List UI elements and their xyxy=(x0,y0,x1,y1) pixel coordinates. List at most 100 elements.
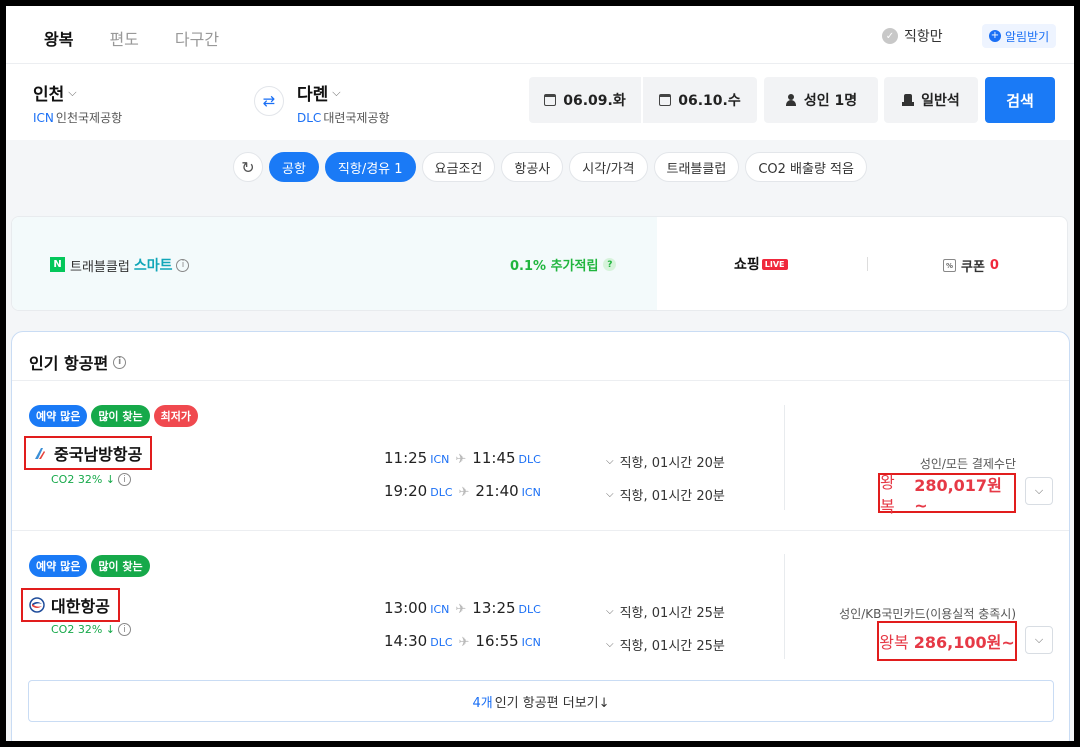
filter-fare-conditions[interactable]: 요금조건 xyxy=(421,152,496,182)
expand-chevron-icon[interactable]: ⌵ xyxy=(1025,477,1053,505)
cabin-field[interactable]: 일반석 xyxy=(884,77,978,123)
coupon-count: 0 xyxy=(989,258,999,273)
filter-airport[interactable]: 공항 xyxy=(269,152,319,182)
price-amount: 280,017원~ xyxy=(914,475,1002,515)
price-box[interactable]: 왕복 280,017원~ xyxy=(878,473,1016,516)
filter-time-price[interactable]: 시각/가격 xyxy=(569,152,648,182)
coupon-label: 쿠폰 xyxy=(961,260,985,275)
expand-chevron-icon[interactable]: ⌵ xyxy=(1025,626,1053,654)
tag-most-booked: 예약 많은 xyxy=(29,405,88,427)
payment-condition: 성인/KB국민카드(이용실적 충족시) xyxy=(839,607,1016,621)
section-title-text: 인기 항공편 xyxy=(29,354,109,373)
point-text: 0.1% 추가적립 xyxy=(510,259,599,274)
china-southern-logo-icon xyxy=(35,448,45,459)
flight-leg: 14:30 DLC ✈ 16:55 ICN xyxy=(384,632,541,650)
seat-icon xyxy=(902,94,915,106)
check-icon: ✓ xyxy=(882,28,898,44)
origin-selector[interactable]: 인천 ⌵ ICN 인천국제공항 xyxy=(33,80,122,126)
filter-airline[interactable]: 항공사 xyxy=(501,152,564,182)
divider xyxy=(12,530,1069,531)
plus-icon: + xyxy=(989,30,1001,42)
coupon-link[interactable]: % 쿠폰 0 xyxy=(943,256,999,275)
popular-flights-section: 인기 항공편 i 예약 많은 많이 찾는 최저가 중국남방항공 CO2 32% … xyxy=(11,331,1070,741)
alert-button[interactable]: + 알림받기 xyxy=(982,24,1057,48)
person-icon xyxy=(785,94,797,106)
divider xyxy=(12,380,1069,381)
destination-airport: 대련국제공항 xyxy=(323,111,390,125)
destination-code: DLC xyxy=(297,111,322,125)
origin-city: 인천 xyxy=(33,85,65,105)
travel-club-panel[interactable]: N 트래블클럽 스마트 i 0.1% 추가적립 ? xyxy=(12,217,657,310)
tag-lowest-price: 최저가 xyxy=(153,405,198,427)
korean-air-logo-icon xyxy=(29,597,45,613)
dep-airport: DLC xyxy=(430,486,453,499)
live-badge: LIVE xyxy=(761,258,788,270)
app-frame: 왕복 편도 다구간 ✓ 직항만 + 알림받기 인천 ⌵ ICN 인천국제공항 ⇄ 다… xyxy=(6,6,1074,741)
tag-most-searched: 많이 찾는 xyxy=(91,405,150,427)
chevron-down-icon: ⌵ xyxy=(606,489,614,500)
filter-bar: ↻ 공항 직항/경유 1 요금조건 항공사 시각/가격 트래블클럽 CO2 배출… xyxy=(233,152,867,182)
divider xyxy=(784,554,785,659)
price-box[interactable]: 왕복 286,100원~ xyxy=(877,621,1017,661)
arr-airport: ICN xyxy=(521,636,541,649)
info-icon[interactable]: i xyxy=(118,473,131,486)
shopping-live-link[interactable]: 쇼핑 LIVE xyxy=(734,254,788,274)
show-more-button[interactable]: 4개 인기 항공편 더보기↓ xyxy=(28,680,1054,722)
depart-date: 06.09.화 xyxy=(563,93,626,109)
passenger-count: 성인 1명 xyxy=(803,93,858,109)
search-button[interactable]: 검색 xyxy=(985,77,1055,123)
airline-name: 대한항공 xyxy=(21,588,120,622)
info-icon[interactable]: i xyxy=(176,258,190,272)
dep-airport: ICN xyxy=(430,603,450,616)
passenger-field[interactable]: 성인 1명 xyxy=(764,77,878,123)
alert-label: 알림받기 xyxy=(1005,29,1050,44)
refresh-icon[interactable]: ↻ xyxy=(233,152,263,182)
show-more-text: 인기 항공편 더보기↓ xyxy=(494,695,610,711)
leg-info-toggle[interactable]: ⌵ 직항, 01시간 25분 xyxy=(606,602,725,621)
filter-co2[interactable]: CO2 배출량 적음 xyxy=(745,152,867,182)
price-prefix: 왕복 xyxy=(879,633,909,652)
co2-badge: CO2 32% ↓ i xyxy=(51,473,131,486)
divider xyxy=(784,405,785,510)
flight-leg: 11:25 ICN ✈ 11:45 DLC xyxy=(384,449,541,467)
return-date-field[interactable]: 06.10.수 xyxy=(643,77,757,123)
tab-round-trip[interactable]: 왕복 xyxy=(26,20,91,56)
destination-selector[interactable]: 다롄 ⌵ DLC 대련국제공항 xyxy=(297,80,390,126)
show-more-count: 4개 xyxy=(472,695,493,711)
chevron-down-icon: ⌵ xyxy=(332,85,341,99)
tab-multi-city[interactable]: 다구간 xyxy=(157,20,237,56)
leg-info-toggle[interactable]: ⌵ 직항, 01시간 20분 xyxy=(606,485,725,504)
arr-airport: DLC xyxy=(518,453,541,466)
filter-travel-club[interactable]: 트래블클럽 xyxy=(653,152,740,182)
leg-info: 직항, 01시간 25분 xyxy=(619,639,725,654)
airline-name: 중국남방항공 xyxy=(24,436,153,470)
leg-info-toggle[interactable]: ⌵ 직항, 01시간 25분 xyxy=(606,635,725,654)
info-icon[interactable]: i xyxy=(113,355,127,369)
direct-only-toggle[interactable]: ✓ 직항만 xyxy=(882,26,943,46)
dep-airport: ICN xyxy=(430,453,450,466)
arr-airport: DLC xyxy=(518,603,541,616)
swap-icon[interactable]: ⇄ xyxy=(254,86,284,116)
plane-icon: ✈ xyxy=(455,602,467,617)
cabin-class: 일반석 xyxy=(921,93,960,109)
tab-one-way[interactable]: 편도 xyxy=(91,20,156,56)
arr-time: 16:55 xyxy=(475,632,519,650)
arr-time: 21:40 xyxy=(475,482,519,500)
direct-only-label: 직항만 xyxy=(904,29,943,45)
plane-icon: ✈ xyxy=(458,635,470,650)
promo-banner: N 트래블클럽 스마트 i 0.1% 추가적립 ? 쇼핑 LIVE % 쿠폰 0 xyxy=(11,216,1068,311)
depart-date-field[interactable]: 06.09.화 xyxy=(529,77,641,123)
coupon-icon: % xyxy=(943,259,956,272)
leg-info-toggle[interactable]: ⌵ 직항, 01시간 20분 xyxy=(606,452,725,471)
destination-city: 다롄 xyxy=(297,85,329,105)
info-icon[interactable]: i xyxy=(118,623,131,636)
flight-leg: 19:20 DLC ✈ 21:40 ICN xyxy=(384,482,541,500)
help-icon[interactable]: ? xyxy=(603,258,617,271)
trip-type-tabs: 왕복 편도 다구간 xyxy=(26,20,237,56)
chevron-down-icon: ⌵ xyxy=(606,456,614,467)
plane-icon: ✈ xyxy=(458,485,470,500)
filter-stops[interactable]: 직항/경유 1 xyxy=(324,152,416,182)
club-label: 트래블클럽 xyxy=(70,259,130,275)
dep-time: 11:25 xyxy=(384,449,428,467)
airline-label: 중국남방항공 xyxy=(54,445,143,464)
